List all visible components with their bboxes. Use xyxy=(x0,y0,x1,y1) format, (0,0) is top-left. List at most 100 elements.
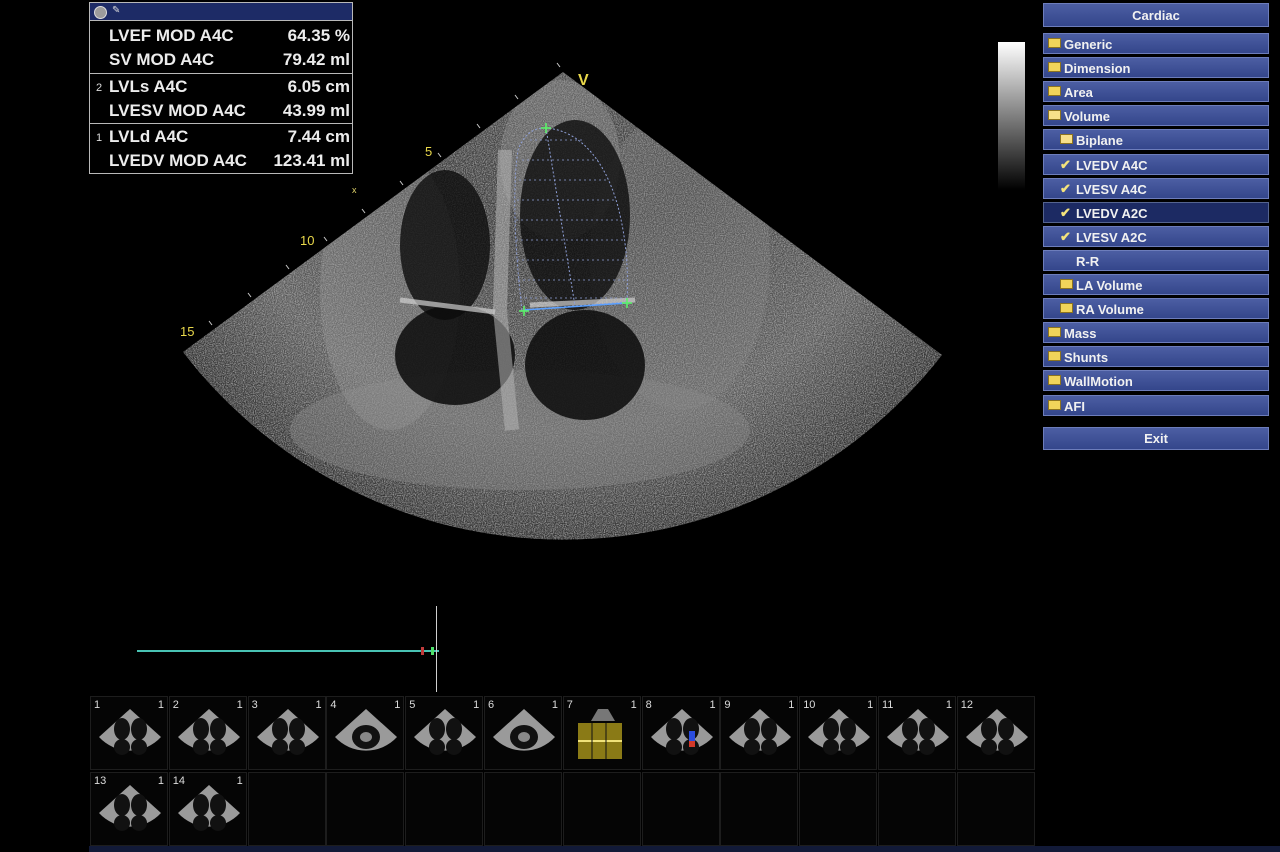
thumbnail-image xyxy=(965,709,1028,755)
thumbnail-image xyxy=(99,709,161,755)
menu-item-r-r[interactable]: R-R xyxy=(1043,249,1269,271)
measurement-box-titlebar[interactable]: ✎ xyxy=(90,3,352,21)
thumbnail-image xyxy=(256,709,319,755)
thumbnail-slot-empty[interactable] xyxy=(326,772,405,846)
thumbnail-clip[interactable]: 91 xyxy=(720,696,799,770)
depth-label-10: 10 xyxy=(300,233,315,248)
measurement-value: 6.05 cm xyxy=(287,77,350,96)
thumbnail-image xyxy=(808,709,871,755)
menu-item-lvedv-a2c[interactable]: ✔ LVEDV A2C xyxy=(1043,201,1269,223)
menu-header-cardiac[interactable]: Cardiac xyxy=(1043,3,1269,27)
exit-button[interactable]: Exit xyxy=(1043,427,1269,450)
thumbnail-clip[interactable]: 31 xyxy=(247,696,326,770)
folder-closed-icon xyxy=(1060,303,1073,314)
menu-item-label: Dimension xyxy=(1064,61,1131,77)
measurement-value: 64.35 % xyxy=(287,26,350,45)
folder-open-icon xyxy=(1060,134,1073,145)
depth-label-15: 15 xyxy=(180,324,195,339)
thumbnail-clip[interactable]: 11 1 xyxy=(878,696,956,770)
thumbnail-slot-empty[interactable] xyxy=(484,772,562,846)
thumbnail-slot-empty[interactable] xyxy=(641,772,720,846)
measurement-value: 7.44 cm xyxy=(287,127,350,146)
measurement-value: 123.41 ml xyxy=(273,151,350,170)
folder-closed-icon xyxy=(1048,327,1061,338)
record-icon[interactable] xyxy=(94,6,107,19)
measurement-label: SV MOD A4C xyxy=(109,50,215,69)
thumbnail-slot-empty[interactable] xyxy=(799,772,878,846)
menu-item-area[interactable]: Area xyxy=(1043,81,1269,103)
menu-item-biplane[interactable]: Biplane xyxy=(1043,129,1269,151)
menu-item-ra-volume[interactable]: RA Volume xyxy=(1043,298,1269,320)
bottom-bar xyxy=(89,846,1280,852)
measurement-row: LVEDV MOD A4C 123.41 ml xyxy=(90,149,352,173)
thumbnail-clip[interactable]: 41 xyxy=(326,696,405,770)
thumbnail-slot-empty[interactable] xyxy=(247,772,326,846)
menu-item-generic[interactable]: Generic xyxy=(1043,33,1269,54)
timeline-marker-start[interactable] xyxy=(421,647,424,655)
thumbnail-clip[interactable]: 14 1 xyxy=(168,772,247,846)
folder-closed-icon xyxy=(1048,62,1061,73)
thumbnail-slot-empty[interactable] xyxy=(405,772,484,846)
folder-closed-icon xyxy=(1048,399,1061,410)
thumbnail-clip[interactable]: 61 xyxy=(484,696,562,770)
menu-item-label: Generic xyxy=(1064,37,1113,52)
menu-item-wallmotion[interactable]: WallMotion xyxy=(1043,370,1269,392)
thumbnail-slot-empty[interactable] xyxy=(562,772,641,846)
menu-item-lvedv-a4c[interactable]: ✔ LVEDV A4C xyxy=(1043,153,1269,175)
thumbnail-clip[interactable]: 81 xyxy=(641,696,720,770)
thumbnail-clip[interactable]: 71 xyxy=(562,696,641,770)
thumbnail-slot-empty[interactable] xyxy=(956,772,1035,846)
depth-label-5: 5 xyxy=(425,144,433,159)
measurement-row: LVESV MOD A4C 43.99 ml xyxy=(90,99,352,123)
edit-icon[interactable]: ✎ xyxy=(112,5,124,17)
menu-item-label: Mass xyxy=(1064,326,1097,342)
measurement-row: 2 LVLs A4C 6.05 cm xyxy=(96,77,350,96)
menu-item-afi[interactable]: AFI xyxy=(1043,394,1269,416)
check-icon: ✔ xyxy=(1060,180,1071,196)
timeline-marker-end[interactable] xyxy=(431,647,434,655)
menu-item-label: AFI xyxy=(1064,398,1085,414)
measurement-value: 79.42 ml xyxy=(282,50,350,69)
menu-item-label: LVEDV A2C xyxy=(1076,205,1148,221)
thumbnail-image xyxy=(887,709,949,755)
check-icon: ✔ xyxy=(1060,228,1071,244)
orientation-marker: V xyxy=(578,72,589,89)
timeline-cursor[interactable] xyxy=(436,606,437,692)
menu-item-volume[interactable]: Volume xyxy=(1043,105,1269,127)
menu-item-lvesv-a2c[interactable]: ✔ LVESV A2C xyxy=(1043,225,1269,247)
folder-closed-icon xyxy=(1048,375,1061,386)
menu-item-lvesv-a4c[interactable]: ✔ LVESV A4C xyxy=(1043,177,1269,199)
measurement-results-box[interactable]: ✎ LVEF MOD A4C 64.35 % SV MOD A4C 79.42 … xyxy=(89,2,353,174)
check-icon: ✔ xyxy=(1060,204,1071,220)
thumbnail-image xyxy=(493,709,555,751)
thumbnail-clip[interactable]: 21 xyxy=(168,696,247,770)
measurement-value: 43.99 ml xyxy=(282,101,350,120)
thumbnail-clip[interactable]: 51 xyxy=(405,696,484,770)
menu-item-label: LVESV A2C xyxy=(1076,229,1147,245)
menu-item-label: RA Volume xyxy=(1076,302,1144,318)
menu-item-label: Area xyxy=(1064,85,1093,101)
svg-text:x: x xyxy=(352,185,357,195)
measurement-label: LVEF MOD A4C xyxy=(109,26,234,45)
folder-open-icon xyxy=(1048,110,1061,121)
thumbnail-image xyxy=(729,709,792,755)
thumbnail-clip[interactable]: 10 1 xyxy=(799,696,878,770)
cine-timeline[interactable] xyxy=(137,650,439,652)
measurement-row: SV MOD A4C 79.42 ml xyxy=(90,48,352,72)
thumbnail-image xyxy=(414,709,477,755)
menu-item-shunts[interactable]: Shunts xyxy=(1043,346,1269,368)
menu-item-mass[interactable]: Mass xyxy=(1043,322,1269,344)
folder-closed-icon xyxy=(1060,279,1073,289)
folder-closed-icon xyxy=(1048,86,1061,97)
thumbnail-clip[interactable]: 12 xyxy=(956,696,1035,770)
menu-item-label: WallMotion xyxy=(1064,374,1133,390)
thumbnail-slot-empty[interactable] xyxy=(878,772,956,846)
menu-item-la-volume[interactable]: LA Volume xyxy=(1043,274,1269,295)
thumbnail-slot-empty[interactable] xyxy=(720,772,799,846)
menu-item-dimension[interactable]: Dimension xyxy=(1043,57,1269,79)
menu-item-label: LA Volume xyxy=(1076,278,1143,293)
thumbnail-clip[interactable]: 11 xyxy=(90,696,168,770)
thumbnail-clip[interactable]: 13 1 xyxy=(90,772,168,846)
measurement-label: LVESV MOD A4C xyxy=(109,101,246,120)
thumbnail-image xyxy=(650,709,713,755)
